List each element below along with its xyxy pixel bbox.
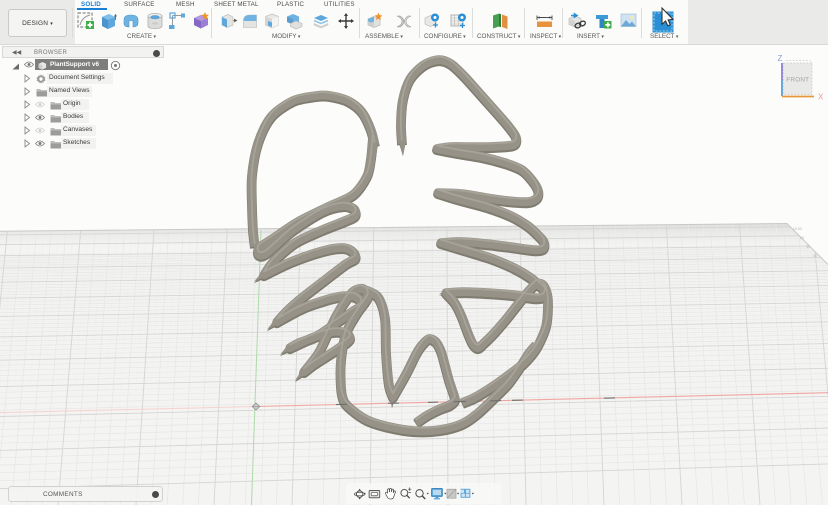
svg-text:40: 40 <box>813 254 817 258</box>
svg-text:FRONT: FRONT <box>786 77 809 84</box>
svg-text:30: 30 <box>806 245 810 249</box>
svg-text:Z: Z <box>778 54 783 63</box>
svg-text:10.00: 10.00 <box>793 227 802 231</box>
svg-text:X: X <box>818 93 824 102</box>
svg-text:20: 20 <box>800 236 804 240</box>
